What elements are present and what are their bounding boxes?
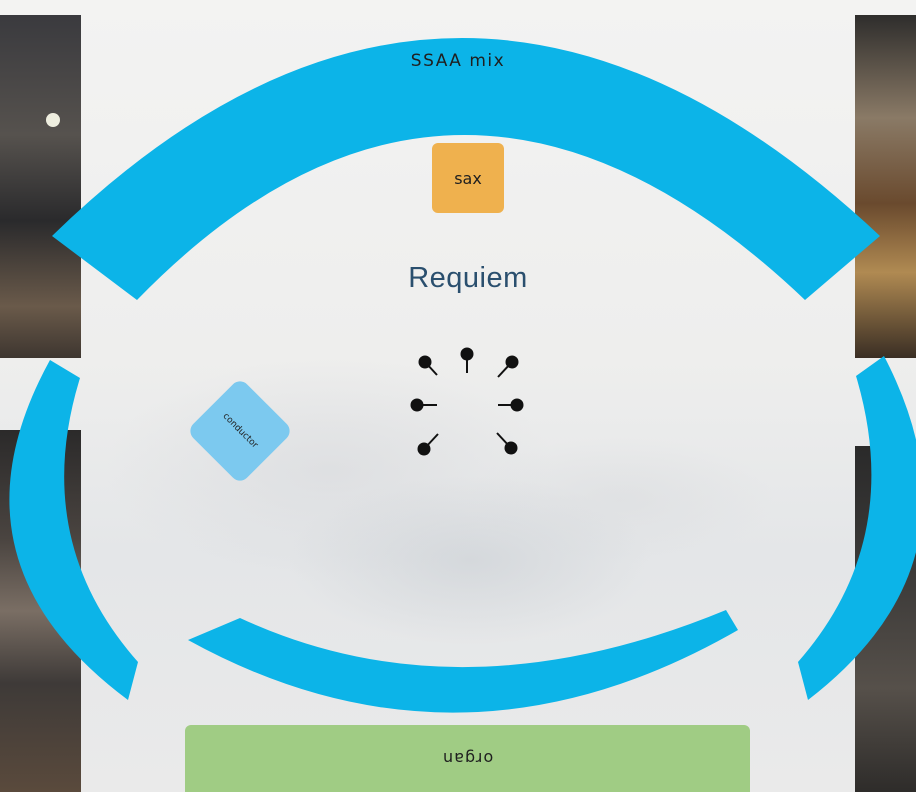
left-arc[interactable] <box>9 360 139 700</box>
bottom-arc[interactable] <box>188 610 738 713</box>
singer-marker <box>498 398 524 412</box>
conductor-label: conductor <box>220 411 260 451</box>
singer-marker <box>496 432 518 455</box>
organ-label: organ <box>441 749 494 768</box>
singer-marker <box>497 355 519 378</box>
singer-markers <box>410 347 524 456</box>
singer-marker <box>460 347 474 373</box>
ssaa-mix-label: SSAA mix <box>410 51 506 71</box>
singer-marker <box>410 398 437 412</box>
page-title: Requiem <box>408 262 528 294</box>
sax-label: sax <box>454 168 482 188</box>
seating-diagram <box>9 38 916 713</box>
singer-marker <box>418 355 438 376</box>
organ-box[interactable]: organ <box>185 725 750 792</box>
singer-marker <box>417 433 439 456</box>
sax-box[interactable]: sax <box>432 143 504 213</box>
right-arc[interactable] <box>798 356 916 700</box>
